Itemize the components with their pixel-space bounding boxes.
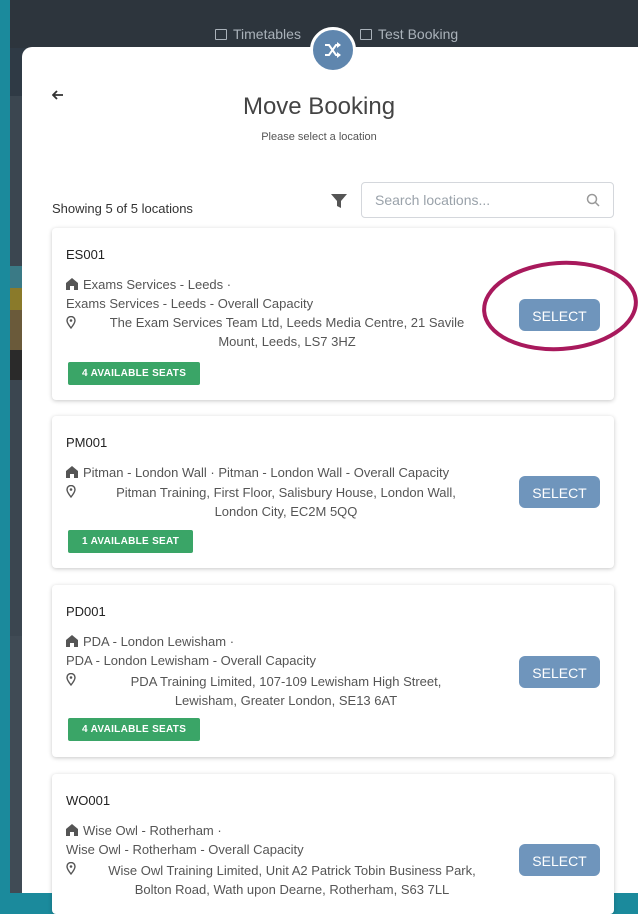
results-count: Showing 5 of 5 locations [52,201,193,216]
search-input[interactable] [373,191,577,209]
tab-timetables[interactable]: Timetables [215,26,301,42]
address-line-2: Bolton Road, Wath upon Dearne, Rotherham… [134,882,450,897]
location-name: Exams Services - Leeds · [83,277,232,292]
map-pin-icon [66,862,76,875]
calendar-icon [215,29,227,40]
location-capacity: Wise Owl - Rotherham - Overall Capacity [66,842,304,857]
select-button[interactable]: SELECT [519,299,600,331]
location-code: PM001 [66,435,108,450]
map-pin-icon [66,673,76,686]
location-card: PD001 PDA - London Lewisham · PDA - Lond… [52,585,614,757]
home-icon [66,278,78,290]
location-card: ES001 Exams Services - Leeds · Exams Ser… [52,228,614,400]
background-page-strip [10,96,22,893]
location-card: WO001 Wise Owl - Rotherham · Wise Owl - … [52,774,614,914]
address-line-1: PDA Training Limited, 107-109 Lewisham H… [130,674,442,689]
available-seats-badge: 4 AVAILABLE SEATS [68,362,201,385]
shuffle-icon [310,27,356,73]
location-capacity: PDA - London Lewisham - Overall Capacity [66,653,317,668]
map-pin-icon [66,316,76,329]
select-button[interactable]: SELECT [519,844,600,876]
map-pin-icon [66,485,76,498]
home-icon [66,466,78,478]
location-capacity: Exams Services - Leeds - Overall Capacit… [66,296,314,311]
location-name-line: Wise Owl - Rotherham · [66,823,222,838]
available-seats-badge: 1 AVAILABLE SEAT [68,530,194,553]
location-name: PDA - London Lewisham · [83,634,235,649]
tab-timetables-label: Timetables [233,26,301,42]
location-name-line: Exams Services - Leeds · [66,277,231,292]
home-icon [66,635,78,647]
dialog-title: Move Booking [242,93,396,120]
location-address: The Exam Services Team Ltd, Leeds Media … [98,313,476,351]
dialog-subtitle: Please select a location [261,131,377,143]
location-code: PD001 [66,604,106,619]
search-icon[interactable] [586,193,600,207]
location-name-line: PDA - London Lewisham · [66,634,234,649]
address-line-1: Pitman Training, First Floor, Salisbury … [116,485,456,500]
filter-icon[interactable] [331,194,347,213]
address-line-1: The Exam Services Team Ltd, Leeds Media … [109,315,465,330]
address-line-2: London City, EC2M 5QQ [214,504,358,519]
available-seats-badge: 4 AVAILABLE SEATS [68,718,201,741]
location-address: Pitman Training, First Floor, Salisbury … [96,483,476,521]
document-icon [360,29,372,40]
tab-test-booking[interactable]: Test Booking [360,26,458,42]
address-line-2: Lewisham, Greater London, SE13 6AT [174,693,398,708]
location-name-line: Pitman - London Wall · Pitman - London W… [66,465,449,480]
tab-test-booking-label: Test Booking [378,26,459,42]
location-code: ES001 [66,247,106,262]
select-button[interactable]: SELECT [519,476,600,508]
address-line-2: Mount, Leeds, LS7 3HZ [218,334,356,349]
location-card: PM001 Pitman - London Wall · Pitman - Lo… [52,416,614,568]
location-code: WO001 [66,793,111,808]
location-name: Pitman - London Wall · Pitman - London W… [83,465,450,480]
select-button[interactable]: SELECT [519,656,600,688]
location-address: Wise Owl Training Limited, Unit A2 Patri… [80,861,504,899]
address-line-1: Wise Owl Training Limited, Unit A2 Patri… [108,863,476,878]
home-icon [66,824,78,836]
search-box [361,182,614,218]
location-address: PDA Training Limited, 107-109 Lewisham H… [96,672,476,710]
location-name: Wise Owl - Rotherham · [83,823,222,838]
